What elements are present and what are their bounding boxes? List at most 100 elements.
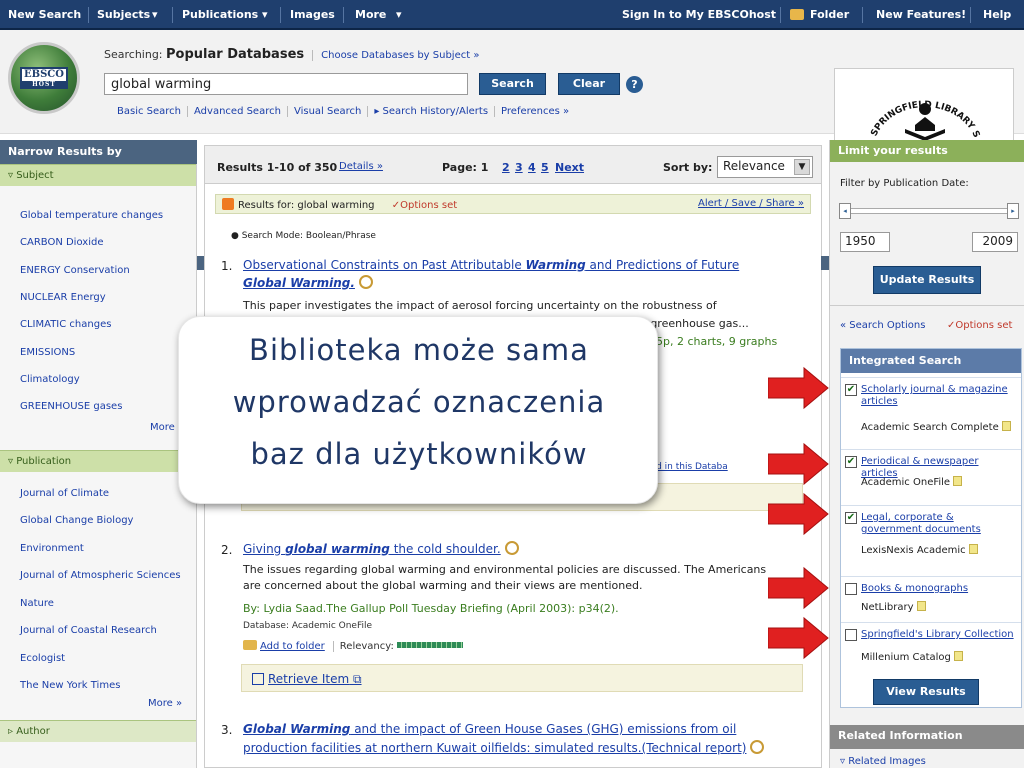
visual-search-link[interactable]: Visual Search [287, 106, 369, 117]
publication-item[interactable]: Journal of Coastal Research [20, 625, 157, 636]
page-link[interactable]: 4 [528, 161, 536, 174]
magnifier-icon[interactable] [504, 541, 519, 555]
subject-item[interactable]: ENERGY Conservation [20, 265, 130, 276]
new-features-link[interactable]: New Features! [876, 8, 966, 21]
subject-more-link[interactable]: More [150, 422, 175, 433]
next-page-link[interactable]: Next [555, 161, 584, 174]
integrated-link[interactable]: Legal, corporate & government documents [861, 512, 1017, 536]
rss-icon[interactable] [222, 198, 234, 210]
more-menu[interactable]: More [355, 8, 386, 21]
title-part: the cold shoulder. [389, 542, 501, 556]
images-menu[interactable]: Images [290, 8, 335, 21]
results-for-bar: Results for: global warming ✓Options set… [215, 194, 811, 214]
publication-item[interactable]: The New York Times [20, 680, 120, 691]
options-set-link[interactable]: ✓Options set [947, 320, 1012, 331]
search-input[interactable] [104, 73, 468, 95]
author-section-toggle[interactable]: ▹ Author [0, 720, 196, 742]
nav-divider [88, 7, 89, 23]
checkbox-checked[interactable]: ✔ [845, 512, 857, 524]
sign-in-link[interactable]: Sign In to My EBSCOhost [622, 8, 776, 21]
subject-item[interactable]: GREENHOUSE gases [20, 401, 122, 412]
slider-handle-start[interactable]: ◂ [839, 203, 851, 219]
advanced-search-link[interactable]: Advanced Search [188, 106, 288, 117]
note-icon[interactable] [916, 601, 926, 611]
note-icon[interactable] [953, 651, 963, 661]
publication-item[interactable]: Global Change Biology [20, 515, 133, 526]
date-from-input[interactable]: 1950 [840, 232, 890, 252]
page-link[interactable]: 3 [515, 161, 523, 174]
result-title-link[interactable]: Observational Constraints on Past Attrib… [243, 257, 739, 273]
folder-icon[interactable] [790, 9, 804, 20]
related-images-toggle[interactable]: ▿ Related Images [840, 756, 926, 767]
collapse-right-handle[interactable] [821, 256, 829, 270]
more-in-database-link[interactable]: ted in this Databa [647, 462, 728, 472]
publication-section-toggle[interactable]: ▿ Publication [0, 450, 196, 472]
result-title-link[interactable]: Giving global warming the cold shoulder. [243, 541, 519, 557]
update-results-button[interactable]: Update Results [873, 266, 981, 294]
subject-section-toggle[interactable]: ▿ Subject [0, 164, 196, 186]
options-set-link[interactable]: ✓Options set [392, 200, 457, 211]
details-link[interactable]: Details » [339, 161, 383, 172]
note-icon[interactable] [953, 476, 963, 486]
retrieve-item-bar[interactable]: Retrieve Item ⧉ [241, 664, 803, 692]
publication-item[interactable]: Environment [20, 543, 84, 554]
chevron-down-icon[interactable]: ▼ [794, 159, 810, 175]
publications-menu[interactable]: Publications [182, 8, 258, 21]
integrated-link[interactable]: Scholarly journal & magazine articles [861, 384, 1017, 408]
checkbox-checked[interactable]: ✔ [845, 384, 857, 396]
integrated-link[interactable]: Springfield's Library Collection [861, 629, 1017, 641]
page-link[interactable]: 5 [541, 161, 549, 174]
integrated-link[interactable]: Books & monographs [861, 583, 1017, 595]
result-abstract: The issues regarding global warming and … [243, 563, 767, 576]
subject-item[interactable]: Climatology [20, 374, 80, 385]
note-icon[interactable] [1001, 421, 1011, 431]
checkbox-checked[interactable]: ✔ [845, 456, 857, 468]
note-icon[interactable] [968, 544, 978, 554]
subject-item[interactable]: CLIMATIC changes [20, 319, 111, 330]
help-link[interactable]: Help [983, 8, 1011, 21]
date-slider[interactable]: ◂ ▸ [839, 203, 1019, 219]
subject-item[interactable]: EMISSIONS [20, 347, 75, 358]
view-results-button[interactable]: View Results [873, 679, 979, 705]
subject-item[interactable]: CARBON Dioxide [20, 237, 103, 248]
basic-search-link[interactable]: Basic Search [117, 106, 189, 117]
add-to-folder-link[interactable]: Add to folder [260, 641, 325, 652]
date-to-input[interactable]: 2009 [972, 232, 1018, 252]
subject-item[interactable]: Global temperature changes [20, 210, 163, 221]
checkbox-unchecked[interactable] [845, 583, 857, 595]
choose-databases-link[interactable]: Choose Databases by Subject » [312, 50, 480, 61]
publication-item[interactable]: Journal of Climate [20, 488, 109, 499]
sort-select[interactable]: Relevance ▼ [717, 156, 813, 178]
new-search-link[interactable]: New Search [8, 8, 81, 21]
publication-item[interactable]: Nature [20, 598, 54, 609]
chevron-down-icon[interactable]: ▾ [396, 8, 402, 21]
slider-handle-end[interactable]: ▸ [1007, 203, 1019, 219]
chevron-down-icon[interactable]: ▾ [152, 8, 158, 21]
retrieve-item-link[interactable]: Retrieve Item [268, 672, 349, 686]
checkbox-unchecked[interactable] [845, 629, 857, 641]
ebsco-logo[interactable]: EBSCO HOST [8, 42, 80, 114]
search-history-link[interactable]: ▸ Search History/Alerts [368, 106, 496, 117]
help-icon[interactable]: ? [626, 76, 643, 93]
search-button[interactable]: Search [479, 73, 546, 95]
chevron-down-icon[interactable]: ▾ [262, 8, 268, 21]
magnifier-icon[interactable] [750, 740, 765, 754]
result-title-link-cont[interactable]: Global Warming. [243, 275, 373, 291]
publication-more-link[interactable]: More » [148, 698, 182, 709]
publication-item[interactable]: Journal of Atmospheric Sciences [20, 570, 181, 581]
alert-save-share-link[interactable]: Alert / Save / Share » [698, 198, 804, 209]
folder-link[interactable]: Folder [810, 8, 849, 21]
publication-item[interactable]: Ecologist [20, 653, 65, 664]
subjects-menu[interactable]: Subjects [97, 8, 150, 21]
subject-item[interactable]: NUCLEAR Energy [20, 292, 106, 303]
clear-button[interactable]: Clear [558, 73, 620, 95]
integrated-source: Academic OneFile [861, 476, 963, 488]
page-link[interactable]: 2 [502, 161, 510, 174]
result-title-link-cont[interactable]: production facilities at northern Kuwait… [243, 740, 765, 756]
magnifier-icon[interactable] [358, 275, 373, 289]
result-title-link[interactable]: Global Warming and the impact of Green H… [243, 721, 736, 737]
folder-icon[interactable] [243, 640, 257, 650]
search-options-link[interactable]: « Search Options [840, 320, 925, 331]
date-filter-label: Filter by Publication Date: [840, 178, 969, 189]
preferences-link[interactable]: Preferences » [495, 106, 575, 117]
